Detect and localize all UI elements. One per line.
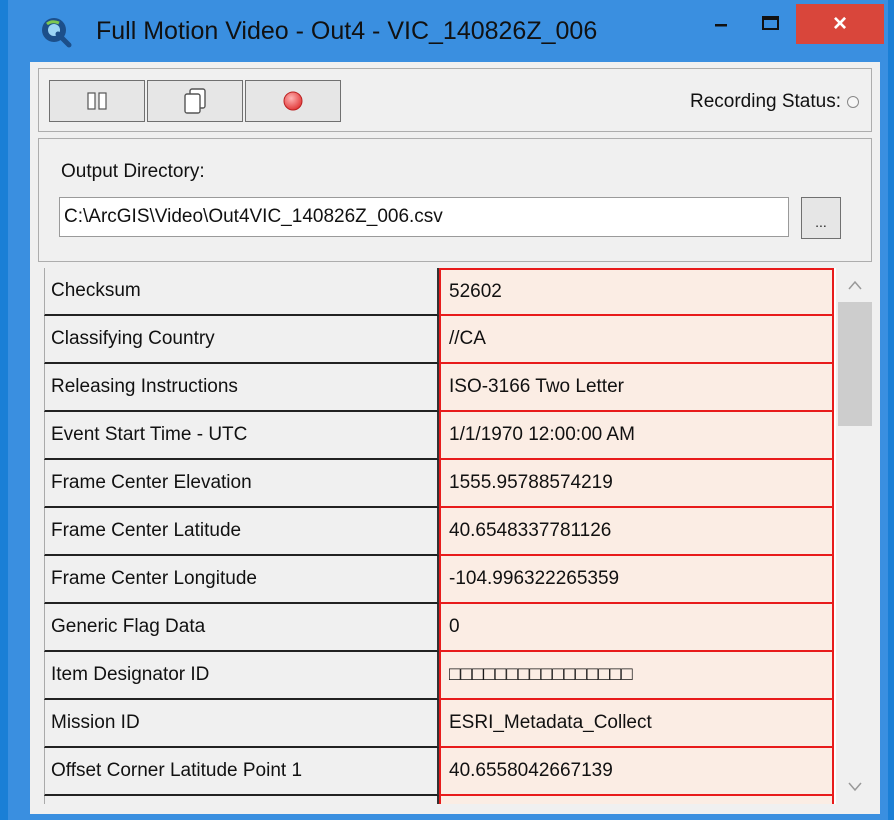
table-row[interactable]: Mission ID ESRI_Metadata_Collect (44, 700, 834, 748)
scroll-thumb[interactable] (838, 302, 872, 426)
property-value-cell[interactable]: □□□□□□□□□□□□□□□□ (439, 652, 834, 700)
minimize-icon (715, 24, 727, 27)
browse-button[interactable]: ... (801, 197, 841, 239)
property-name-cell: Item Designator ID (44, 652, 439, 700)
property-name-cell: Frame Center Longitude (44, 556, 439, 604)
table-row[interactable]: Item Designator ID □□□□□□□□□□□□□□□□ (44, 652, 834, 700)
property-value-cell[interactable]: 40.6558042667139 (439, 748, 834, 796)
property-value-cell[interactable]: 0 (439, 604, 834, 652)
property-value-cell[interactable]: ISO-3166 Two Letter (439, 364, 834, 412)
q-logo-icon (38, 14, 72, 48)
scroll-down-icon[interactable] (836, 770, 874, 804)
close-button[interactable]: × (796, 4, 884, 44)
property-name-cell: Classifying Country (44, 316, 439, 364)
property-value-cell[interactable]: ESRI_Metadata_Collect (439, 700, 834, 748)
title-bar[interactable]: Full Motion Video - Out4 - VIC_140826Z_0… (8, 0, 888, 62)
pause-icon (87, 92, 107, 110)
output-directory-input[interactable] (59, 197, 789, 237)
property-value-cell[interactable]: 1555.95788574219 (439, 460, 834, 508)
property-name-cell: Checksum (44, 268, 439, 316)
table-row[interactable]: Event Start Time - UTC 1/1/1970 12:00:00 … (44, 412, 834, 460)
copy-button[interactable] (147, 80, 243, 122)
table-row[interactable]: Generic Flag Data 0 (44, 604, 834, 652)
record-button[interactable] (245, 80, 341, 122)
output-directory-label: Output Directory: (61, 161, 205, 182)
recording-status: Recording Status: (690, 91, 859, 113)
table-row[interactable]: Frame Center Elevation 1555.95788574219 (44, 460, 834, 508)
client-area: Recording Status: Output Directory: ... … (30, 62, 880, 814)
vertical-scrollbar[interactable] (836, 268, 874, 804)
minimize-button[interactable] (698, 4, 744, 44)
recording-toolbar: Recording Status: (38, 68, 872, 132)
table-row[interactable]: Offset Corner Latitude Point 1 40.6558042… (44, 748, 834, 796)
close-icon: × (832, 10, 847, 37)
property-name-cell: Frame Center Latitude (44, 508, 439, 556)
table-row[interactable]: Classifying Country//CA (44, 316, 834, 364)
property-name-cell: Frame Center Elevation (44, 460, 439, 508)
property-value-cell[interactable]: 1/1/1970 12:00:00 AM (439, 412, 834, 460)
maximize-icon (762, 16, 779, 30)
recording-status-label: Recording Status: (689, 91, 841, 112)
property-value-cell[interactable]: //CA (439, 316, 834, 364)
property-name-cell: Mission ID (44, 700, 439, 748)
property-value-cell[interactable]: 40.6548337781126 (439, 508, 834, 556)
pause-button[interactable] (49, 80, 145, 122)
copy-icon (184, 88, 206, 114)
property-value-cell[interactable] (439, 796, 834, 804)
status-indicator-icon (847, 96, 859, 108)
app-window: Full Motion Video - Out4 - VIC_140826Z_0… (8, 0, 888, 820)
record-icon (283, 91, 303, 111)
property-name-cell: Generic Flag Data (44, 604, 439, 652)
property-name-cell: Releasing Instructions (44, 364, 439, 412)
scroll-up-icon[interactable] (836, 268, 874, 302)
output-directory-group: Output Directory: ... (38, 138, 872, 262)
property-name-cell: Event Start Time - UTC (44, 412, 439, 460)
window-title: Full Motion Video - Out4 - VIC_140826Z_0… (96, 17, 598, 45)
table-row[interactable]: Releasing Instructions ISO-3166 Two Lette… (44, 364, 834, 412)
property-value-cell[interactable]: -104.996322265359 (439, 556, 834, 604)
table-row[interactable]: Frame Center Latitude 40.6548337781126 (44, 508, 834, 556)
property-name-cell: Offset Corner Latitude Point 1 (44, 748, 439, 796)
table-row[interactable]: Checksum 52602 (44, 268, 834, 316)
table-row[interactable]: Frame Center Longitude -104.996322265359 (44, 556, 834, 604)
table-row[interactable] (44, 796, 834, 804)
property-name-cell (44, 796, 439, 804)
maximize-button[interactable] (748, 4, 794, 44)
property-value-cell[interactable]: 52602 (439, 268, 834, 316)
metadata-grid: Checksum 52602 Classifying Country//CA Rele… (44, 268, 874, 804)
